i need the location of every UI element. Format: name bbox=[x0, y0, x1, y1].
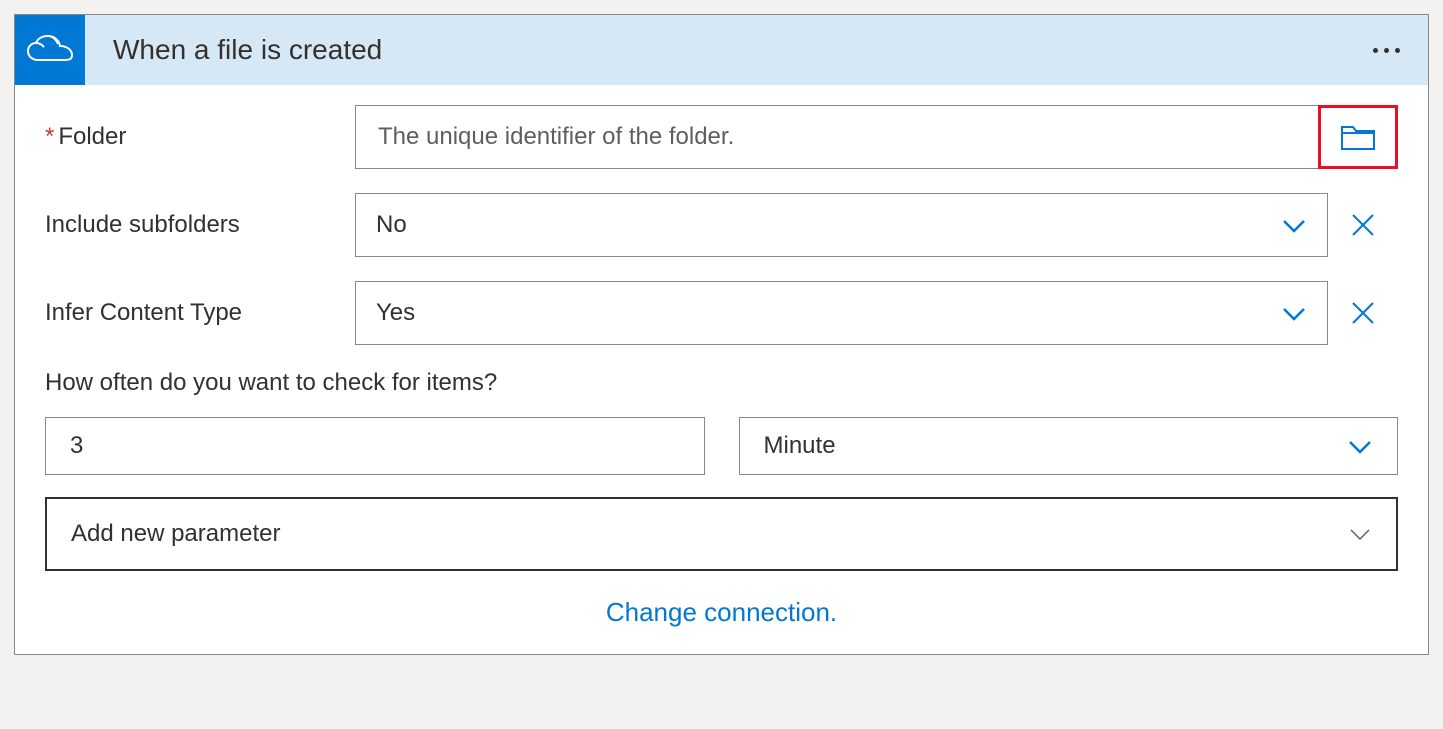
close-icon bbox=[1350, 300, 1376, 326]
infer-content-type-label: Infer Content Type bbox=[45, 299, 355, 327]
chevron-down-icon bbox=[1281, 300, 1307, 326]
chevron-down-icon bbox=[1348, 522, 1372, 546]
polling-unit-select[interactable]: Minute bbox=[739, 417, 1399, 475]
include-subfolders-row: Include subfolders No bbox=[45, 193, 1398, 257]
polling-unit-value: Minute bbox=[764, 432, 836, 460]
infer-content-type-value: Yes bbox=[376, 299, 415, 327]
include-subfolders-wrap: No bbox=[355, 193, 1398, 257]
folder-label-text: Folder bbox=[58, 123, 126, 150]
folder-icon bbox=[1340, 123, 1376, 151]
chevron-down-icon bbox=[1281, 212, 1307, 238]
polling-row: Minute bbox=[45, 417, 1398, 475]
card-header: When a file is created bbox=[15, 15, 1428, 85]
chevron-down-icon bbox=[1347, 433, 1373, 459]
folder-label: *Folder bbox=[45, 123, 355, 151]
folder-row: *Folder bbox=[45, 105, 1398, 169]
card-menu-button[interactable] bbox=[1373, 48, 1428, 53]
onedrive-cloud-icon bbox=[26, 34, 74, 66]
polling-interval-input[interactable] bbox=[45, 417, 705, 475]
infer-content-type-wrap: Yes bbox=[355, 281, 1398, 345]
close-icon bbox=[1350, 212, 1376, 238]
card-body: *Folder Include subfolders No bbox=[15, 85, 1428, 654]
include-subfolders-select[interactable]: No bbox=[355, 193, 1328, 257]
card-title: When a file is created bbox=[85, 34, 1373, 66]
infer-content-type-select[interactable]: Yes bbox=[355, 281, 1328, 345]
folder-input-wrap bbox=[355, 105, 1398, 169]
remove-include-subfolders-button[interactable] bbox=[1328, 193, 1398, 257]
change-connection-link[interactable]: Change connection. bbox=[45, 597, 1398, 628]
connector-icon-box bbox=[15, 15, 85, 85]
remove-infer-content-type-button[interactable] bbox=[1328, 281, 1398, 345]
required-marker: * bbox=[45, 123, 54, 150]
include-subfolders-value: No bbox=[376, 211, 407, 239]
folder-browse-button[interactable] bbox=[1318, 105, 1398, 169]
polling-question: How often do you want to check for items… bbox=[45, 369, 1398, 397]
add-new-parameter-select[interactable]: Add new parameter bbox=[45, 497, 1398, 571]
add-new-parameter-label: Add new parameter bbox=[71, 520, 280, 548]
infer-content-type-row: Infer Content Type Yes bbox=[45, 281, 1398, 345]
include-subfolders-label: Include subfolders bbox=[45, 211, 355, 239]
trigger-card: When a file is created *Folder Include s… bbox=[14, 14, 1429, 655]
folder-input[interactable] bbox=[355, 105, 1319, 169]
